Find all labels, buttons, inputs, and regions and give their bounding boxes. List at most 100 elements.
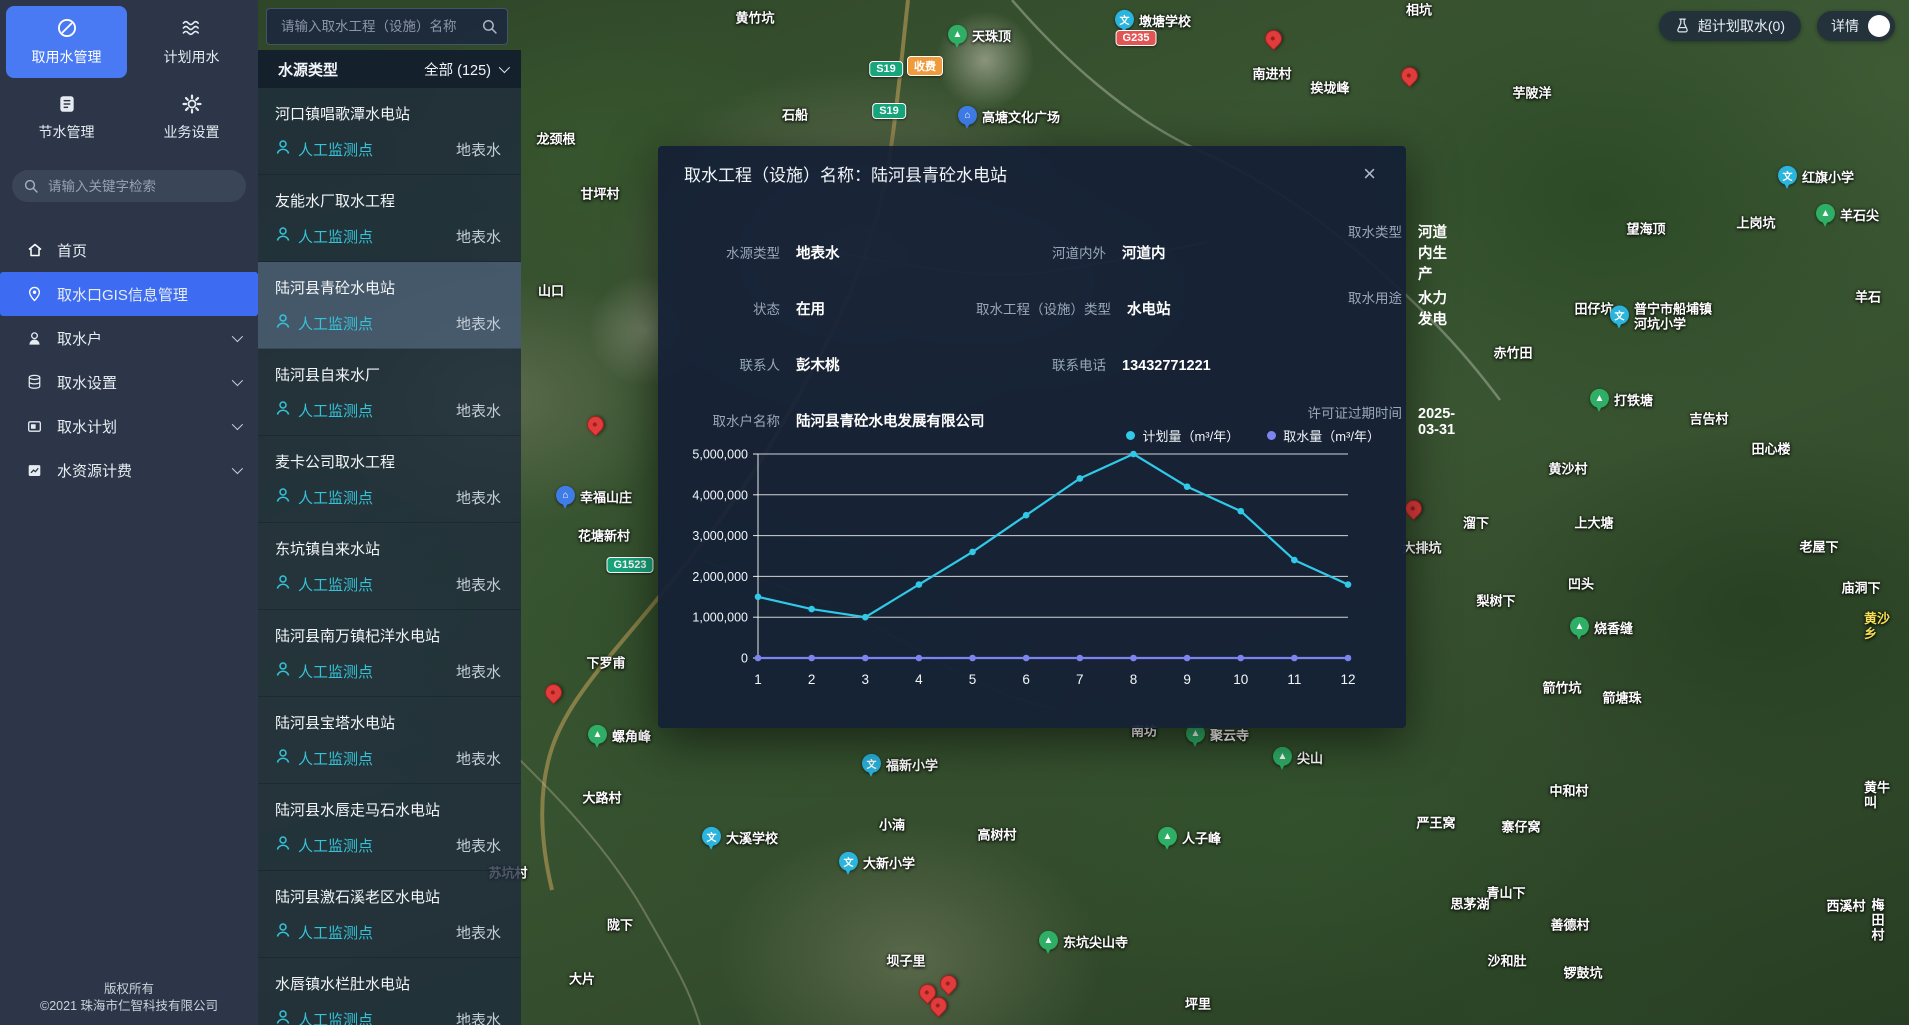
app-tile-2[interactable]: 计划用水 (131, 6, 252, 78)
map-place-label: 大排坑 (1402, 541, 1441, 556)
sidebar-search[interactable] (12, 170, 246, 202)
over-plan-intake-button[interactable]: 超计划取水(0) (1659, 11, 1801, 41)
station-list-item[interactable]: 陆河县宝塔水电站人工监测点地表水 (258, 697, 521, 784)
map-place-label: 下罗甫 (586, 656, 625, 671)
map-poi[interactable]: 文福新小学 (862, 754, 938, 776)
app-tile-4[interactable]: 业务设置 (131, 82, 252, 154)
station-list-item[interactable]: 麦卡公司取水工程人工监测点地表水 (258, 436, 521, 523)
map-poi[interactable]: ▲烧香缝 (1570, 617, 1633, 639)
station-list-item[interactable]: 河口镇唱歌潭水电站人工监测点地表水 (258, 88, 521, 175)
station-search[interactable] (266, 8, 508, 45)
svg-text:8: 8 (1130, 672, 1138, 687)
sidebar-item-3[interactable]: 取水户 (0, 316, 258, 360)
field-value: 13432771221 (1122, 358, 1211, 374)
map-label: 箭塘珠 (1602, 691, 1641, 706)
toll-badge: 收费 (907, 56, 943, 76)
legend-item[interactable]: 取水量（m³/年） (1267, 426, 1380, 445)
filter-dropdown[interactable]: 全部 (125) (424, 59, 507, 80)
map-place-label: 挨垅峰 (1310, 81, 1349, 96)
water-source-label: 地表水 (456, 313, 501, 334)
map-label: 相坑 (1406, 3, 1432, 18)
station-list-item[interactable]: 陆河县南万镇杞洋水电站人工监测点地表水 (258, 610, 521, 697)
map-poi[interactable]: 文普宁市船埔镇 河坑小学 (1610, 302, 1712, 332)
detail-field: 水源类型地表水 (684, 242, 976, 263)
chevron-down-icon (232, 331, 243, 342)
station-name: 陆河县宝塔水电站 (275, 712, 501, 733)
station-list-item[interactable]: 友能水厂取水工程人工监测点地表水 (258, 175, 521, 262)
station-search-input[interactable] (279, 18, 482, 35)
map-place-label: 上大塘 (1574, 516, 1613, 531)
sidebar-item-label: 首页 (57, 240, 87, 261)
sidebar-item-5[interactable]: 取水计划 (0, 404, 258, 448)
map-label: S19 (872, 103, 906, 119)
app-tile-1[interactable]: 取用水管理 (6, 6, 127, 78)
station-list-item[interactable]: 陆河县水唇走马石水电站人工监测点地表水 (258, 784, 521, 871)
map-place-label: 红旗小学 (1802, 169, 1854, 184)
map-label: 龙颈根 (536, 132, 575, 147)
map-label: G1523 (606, 557, 653, 573)
map-label: 中和村 (1549, 784, 1588, 799)
map-poi[interactable]: ▲羊石尖 (1816, 204, 1879, 226)
peak-pin-icon: ▲ (1590, 389, 1609, 411)
map-place-label: 陇下 (607, 918, 633, 933)
app-tile-label: 业务设置 (164, 122, 220, 142)
station-list-item[interactable]: 陆河县自来水厂人工监测点地表水 (258, 349, 521, 436)
map-label: 大片 (569, 972, 595, 987)
road-shield: S19 (872, 103, 906, 119)
map-place-label: 尖山 (1297, 750, 1323, 765)
map-poi[interactable]: ▲打铁塘 (1590, 389, 1653, 411)
gear-icon (182, 94, 202, 114)
map-poi[interactable]: 文大新小学 (839, 852, 915, 874)
station-name: 友能水厂取水工程 (275, 190, 501, 211)
pin-tail (594, 742, 600, 748)
station-list-item[interactable]: 陆河县青砼水电站人工监测点地表水 (258, 262, 521, 349)
sidebar-item-1[interactable]: 首页 (0, 228, 258, 272)
station-list-item[interactable]: 水唇镇水栏肚水电站人工监测点地表水 (258, 958, 521, 1025)
map-poi[interactable]: ▲人子峰 (1158, 827, 1221, 849)
svg-text:5: 5 (969, 672, 977, 687)
station-list-item[interactable]: 东坑镇自来水站人工监测点地表水 (258, 523, 521, 610)
person-icon (275, 226, 291, 247)
map-label: 锣鼓坑 (1563, 966, 1602, 981)
map-place-label: 南进村 (1252, 67, 1291, 82)
search-icon[interactable] (482, 19, 497, 34)
station-meta-row: 人工监测点地表水 (275, 661, 501, 682)
map-poi[interactable]: 文大溪学校 (702, 827, 778, 849)
close-icon[interactable]: × (1357, 164, 1382, 184)
map-place-label: 高塘文化广场 (982, 109, 1060, 124)
pin-tail (954, 42, 960, 48)
map-place-label: 大路村 (582, 791, 621, 806)
sidebar-item-6[interactable]: 水资源计费 (0, 448, 258, 492)
sidebar-search-input[interactable] (46, 178, 236, 195)
map-place-label: 羊石尖 (1840, 207, 1879, 222)
peak-pin-icon: ▲ (1570, 617, 1589, 639)
map-poi[interactable]: ▲天珠顶 (948, 25, 1011, 47)
station-meta-row: 人工监测点地表水 (275, 835, 501, 856)
map-label: 小湳 (879, 818, 905, 833)
map-place-label: 田心楼 (1751, 442, 1790, 457)
map-poi[interactable]: 文红旗小学 (1778, 166, 1854, 188)
legend-item[interactable]: 计划量（m³/年） (1126, 426, 1239, 445)
map-label: 老屋下 (1799, 540, 1838, 555)
map-place-label: 严王窝 (1416, 816, 1455, 831)
map-poi[interactable]: 文墩塘学校 (1115, 10, 1191, 32)
map-poi[interactable]: ▲螺角峰 (588, 725, 651, 747)
station-list-item[interactable]: 陆河县激石溪老区水电站人工监测点地表水 (258, 871, 521, 958)
detail-toggle[interactable]: 详情 (1817, 11, 1895, 41)
map-place-label: 东坑尖山寺 (1063, 934, 1128, 949)
monitor-type-label: 人工监测点 (298, 313, 373, 334)
map-poi[interactable]: ▲东坑尖山寺 (1039, 931, 1128, 953)
chevron-down-icon (232, 419, 243, 430)
sidebar-item-4[interactable]: 取水设置 (0, 360, 258, 404)
app-tile-3[interactable]: 节水管理 (6, 82, 127, 154)
toggle-knob[interactable] (1868, 15, 1890, 37)
school-pin-icon: 文 (862, 754, 881, 776)
map-poi[interactable]: ⌂幸福山庄 (556, 486, 632, 508)
map-place-label: 西溪村 (1826, 899, 1865, 914)
user-icon (26, 330, 43, 347)
waves-icon (180, 17, 204, 39)
map-poi[interactable]: ⌂高塘文化广场 (958, 106, 1060, 128)
legend-dot (1126, 431, 1135, 440)
sidebar-item-2[interactable]: 取水口GIS信息管理 (0, 272, 258, 316)
map-poi[interactable]: ▲尖山 (1273, 747, 1323, 769)
